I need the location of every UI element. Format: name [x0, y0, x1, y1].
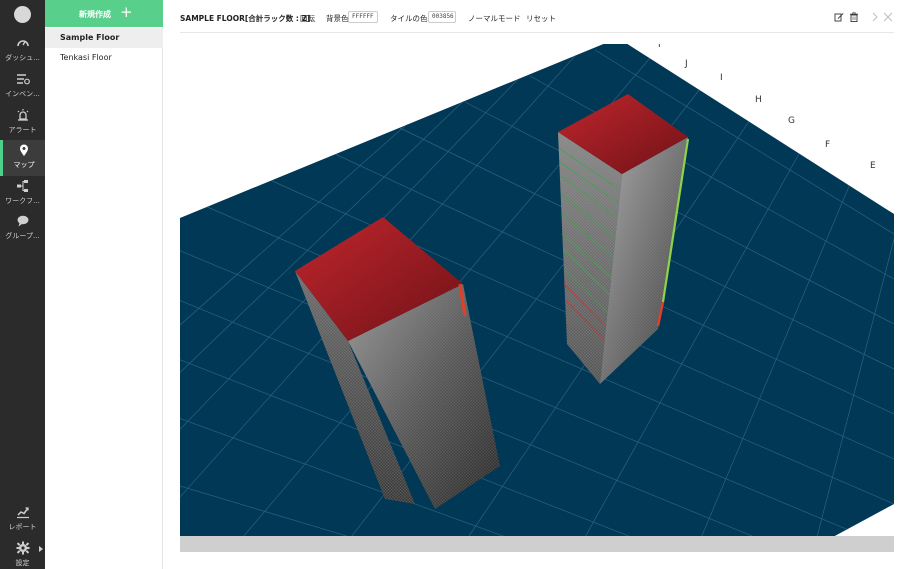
- gauge-icon: [0, 35, 45, 53]
- floor-item-tenkasi[interactable]: Tenkasi Floor: [45, 48, 163, 68]
- nav-item-alarms[interactable]: アラート: [0, 105, 45, 141]
- axis-label: F: [825, 140, 830, 150]
- axis-label: J: [684, 59, 688, 69]
- workflow-icon: [0, 178, 45, 196]
- horizontal-scrollbar[interactable]: [180, 536, 894, 552]
- nav-item-label: マップ: [13, 161, 35, 169]
- user-avatar[interactable]: [14, 6, 31, 23]
- rotate-button[interactable]: 回転: [300, 13, 315, 24]
- inventory-list-icon: [0, 71, 45, 89]
- expand-rail-arrow-icon[interactable]: [39, 546, 43, 552]
- axis-label: I: [720, 73, 723, 83]
- nav-item-dashboard[interactable]: ダッシュ...: [0, 33, 45, 69]
- axis-label: E: [870, 161, 876, 171]
- nav-item-label: グループ...: [5, 232, 40, 240]
- nav-item-label: インベン...: [5, 90, 40, 98]
- nav-item-groups[interactable]: グループ...: [0, 211, 45, 247]
- chart-trend-icon: [0, 504, 45, 522]
- nav-item-settings[interactable]: 設定: [0, 538, 45, 569]
- chevron-right-icon[interactable]: [870, 12, 882, 24]
- alarm-light-icon: [0, 107, 45, 125]
- nav-item-workflow[interactable]: ワークフ...: [0, 176, 45, 212]
- new-floor-label: 新規作成: [79, 10, 111, 19]
- normal-mode-button[interactable]: ノーマルモード: [468, 13, 521, 24]
- edit-icon[interactable]: [834, 12, 846, 24]
- trash-icon[interactable]: [849, 12, 861, 24]
- nav-item-label: ダッシュ...: [5, 54, 40, 62]
- tile-color-input[interactable]: 003856: [428, 11, 456, 23]
- nav-item-label: レポート: [8, 523, 37, 531]
- tile-color-label: タイルの色: [390, 14, 428, 23]
- floor-toolbar: SAMPLE FLOOR[合計ラック数 : 2] 回転 背景色 FFFFFF タ…: [180, 10, 894, 28]
- floor-list-panel: 新規作成 + Sample Floor Tenkasi Floor: [45, 0, 163, 569]
- nav-rail: ダッシュ... インベン... アラート マップ ワークフ... グループ...: [0, 0, 45, 569]
- close-icon[interactable]: [883, 12, 895, 24]
- nav-item-inventory[interactable]: インベン...: [0, 69, 45, 105]
- floor-item-sample[interactable]: Sample Floor: [45, 28, 163, 48]
- plus-icon: +: [120, 3, 133, 21]
- background-color-input[interactable]: FFFFFF: [348, 11, 378, 23]
- background-color-label: 背景色: [326, 14, 349, 23]
- floor-title: SAMPLE FLOOR[合計ラック数 : 2]: [180, 14, 311, 23]
- axis-label: H: [755, 95, 762, 105]
- nav-item-map[interactable]: マップ: [0, 140, 45, 176]
- new-floor-button[interactable]: 新規作成 +: [45, 0, 163, 27]
- map-pin-icon: [3, 142, 45, 160]
- reset-button[interactable]: リセット: [526, 13, 556, 24]
- nav-item-label: ワークフ...: [5, 197, 40, 205]
- toolbar-divider: [180, 32, 894, 33]
- axis-label: G: [788, 116, 795, 126]
- floor-3d-viewport[interactable]: I J I H G F E: [180, 44, 894, 536]
- chat-bubble-icon: [0, 213, 45, 231]
- axis-label: I: [658, 44, 661, 50]
- nav-item-label: 設定: [15, 559, 30, 567]
- nav-item-reports[interactable]: レポート: [0, 502, 45, 538]
- floor-scene: I J I H G F E: [180, 44, 894, 536]
- floor-tile-plane: [180, 44, 894, 536]
- nav-item-label: アラート: [8, 126, 37, 134]
